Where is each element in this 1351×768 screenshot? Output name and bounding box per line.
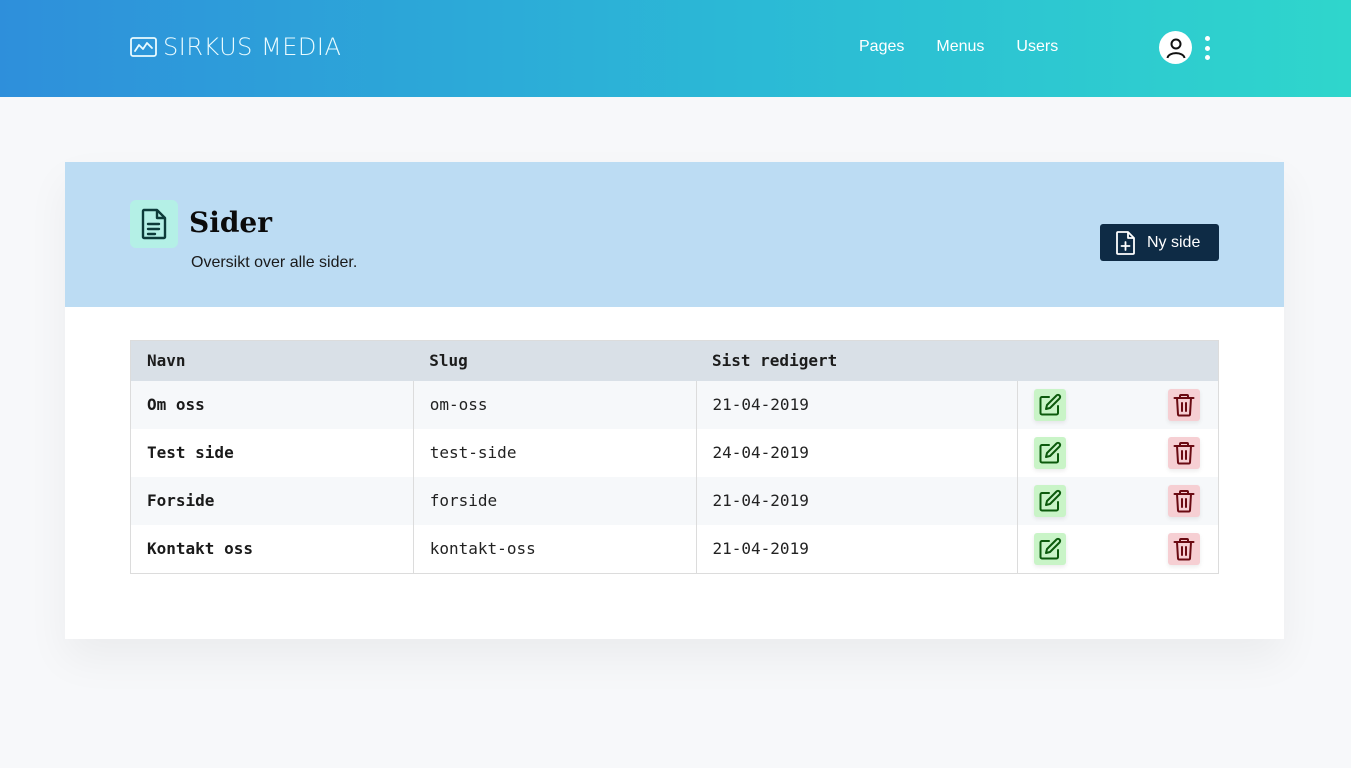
trash-icon xyxy=(1173,537,1195,560)
column-header-edited: Sist redigert xyxy=(696,340,1018,381)
row-name: Forside xyxy=(130,476,414,525)
page-title: Sider xyxy=(189,206,273,239)
chart-line-icon xyxy=(130,36,157,58)
row-actions xyxy=(1017,524,1219,573)
kebab-menu-icon[interactable] xyxy=(1199,36,1215,60)
edit-button[interactable] xyxy=(1034,484,1067,517)
row-actions xyxy=(1017,428,1219,477)
row-name: Kontakt oss xyxy=(130,524,414,573)
edit-button[interactable] xyxy=(1034,388,1067,421)
row-actions xyxy=(1017,380,1219,429)
table-row: Forside forside 21-04-2019 xyxy=(130,476,1219,525)
table-header-row: Navn Slug Sist redigert xyxy=(130,340,1219,381)
edit-icon xyxy=(1039,393,1062,415)
new-page-button-label: Ny side xyxy=(1147,233,1201,251)
new-page-button[interactable]: Ny side xyxy=(1100,224,1219,261)
user-avatar-button[interactable] xyxy=(1159,31,1192,64)
row-edited: 24-04-2019 xyxy=(695,428,1018,477)
file-plus-icon xyxy=(1116,230,1136,255)
row-slug: test-side xyxy=(412,428,696,477)
edit-icon xyxy=(1039,489,1062,511)
delete-button[interactable] xyxy=(1168,388,1201,421)
edit-button[interactable] xyxy=(1034,532,1067,565)
edit-button[interactable] xyxy=(1034,436,1067,469)
delete-button[interactable] xyxy=(1168,436,1201,469)
pages-card: Sider Oversikt over alle sider. Ny side xyxy=(65,162,1284,639)
trash-icon xyxy=(1173,393,1195,416)
column-header-actions xyxy=(1017,340,1219,381)
row-name: Om oss xyxy=(130,380,414,429)
row-edited: 21-04-2019 xyxy=(695,476,1018,525)
nav-pages[interactable]: Pages xyxy=(859,38,904,56)
table-row: Kontakt oss kontakt-oss 21-04-2019 xyxy=(130,524,1219,573)
main-nav: Pages Menus Users xyxy=(859,38,1058,56)
page-subtitle: Oversikt over alle sider. xyxy=(191,254,358,271)
delete-button[interactable] xyxy=(1168,484,1201,517)
user-icon xyxy=(1164,36,1188,60)
trash-icon xyxy=(1173,441,1195,464)
column-header-slug: Slug xyxy=(413,340,696,381)
brand-link[interactable]: SIRKUS MEDIA xyxy=(130,33,341,61)
delete-button[interactable] xyxy=(1168,532,1201,565)
row-slug: forside xyxy=(412,476,696,525)
column-header-name: Navn xyxy=(130,340,414,381)
trash-icon xyxy=(1173,489,1195,512)
top-navbar: SIRKUS MEDIA Pages Menus Users xyxy=(0,0,1351,97)
row-actions xyxy=(1017,476,1219,525)
document-icon xyxy=(130,200,178,248)
card-header: Sider Oversikt over alle sider. Ny side xyxy=(65,162,1284,307)
brand-name: SIRKUS MEDIA xyxy=(163,33,342,61)
table-row: Om oss om-oss 21-04-2019 xyxy=(130,380,1219,429)
nav-menus[interactable]: Menus xyxy=(936,38,984,56)
edit-icon xyxy=(1039,537,1062,559)
row-slug: om-oss xyxy=(412,380,696,429)
row-slug: kontakt-oss xyxy=(412,524,696,573)
pages-table: Navn Slug Sist redigert Om oss om-oss 21… xyxy=(130,340,1219,574)
row-edited: 21-04-2019 xyxy=(695,524,1018,573)
nav-users[interactable]: Users xyxy=(1016,38,1058,56)
table-row: Test side test-side 24-04-2019 xyxy=(130,428,1219,477)
edit-icon xyxy=(1039,441,1062,463)
row-name: Test side xyxy=(130,428,414,477)
row-edited: 21-04-2019 xyxy=(695,380,1018,429)
